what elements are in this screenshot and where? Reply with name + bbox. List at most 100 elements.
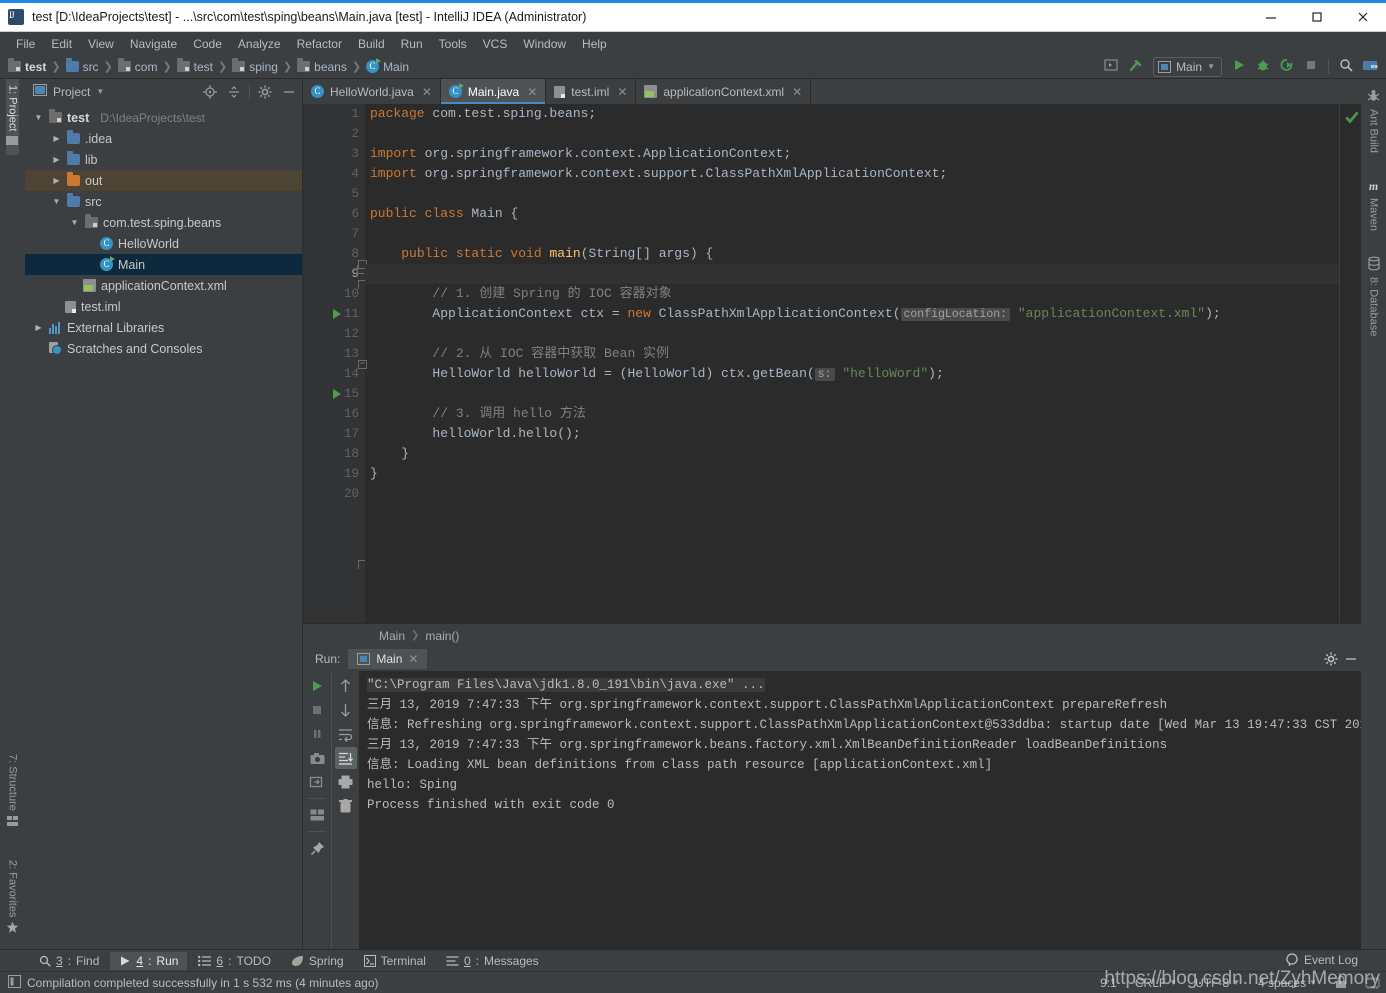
breadcrumb-item-main[interactable]: C Main xyxy=(366,58,409,74)
close-icon[interactable]: ✕ xyxy=(408,652,418,666)
menu-build[interactable]: Build xyxy=(350,35,393,53)
hide-icon[interactable] xyxy=(1341,649,1361,669)
expand-arrow-icon[interactable]: ▶ xyxy=(51,176,62,185)
tab-main-java[interactable]: C Main.java ✕ xyxy=(440,79,547,104)
project-structure-icon[interactable] xyxy=(1363,59,1378,75)
tree-node-test[interactable]: ▼ test D:\IdeaProjects\test xyxy=(25,107,302,128)
tab-test-iml[interactable]: test.iml ✕ xyxy=(546,79,637,104)
expand-arrow-icon[interactable]: ▼ xyxy=(33,113,44,122)
open-tool-window-icon[interactable] xyxy=(1104,58,1118,75)
gutter-run-method-icon[interactable] xyxy=(333,384,345,404)
camera-icon[interactable] xyxy=(306,747,328,769)
down-arrow-icon[interactable] xyxy=(335,699,357,721)
menu-code[interactable]: Code xyxy=(185,35,230,53)
locate-icon[interactable] xyxy=(201,83,219,101)
sidebar-item-structure[interactable]: 7: Structure xyxy=(6,748,19,836)
breadcrumb-item-beans[interactable]: beans xyxy=(297,58,347,74)
code-line-2[interactable] xyxy=(365,124,1339,144)
window-maximize-button[interactable] xyxy=(1294,3,1340,32)
editor-marker-bar[interactable] xyxy=(1339,104,1361,623)
tool-window-find[interactable]: 3: Find xyxy=(30,952,108,970)
menu-refactor[interactable]: Refactor xyxy=(289,35,350,53)
tool-window-terminal[interactable]: Terminal xyxy=(355,952,435,970)
pin-icon[interactable] xyxy=(306,837,328,859)
inspection-ok-check-icon[interactable] xyxy=(1345,111,1359,127)
tool-window-messages[interactable]: 0: Messages xyxy=(437,952,548,970)
expand-arrow-icon[interactable]: ▶ xyxy=(33,323,44,332)
sidebar-item-favorites[interactable]: 2: Favorites xyxy=(6,854,19,943)
gutter-run-class-icon[interactable] xyxy=(333,304,345,324)
run-coverage-icon[interactable] xyxy=(1280,58,1294,75)
code-line-15[interactable] xyxy=(365,384,1339,404)
code-line-6[interactable]: public class Main { xyxy=(365,204,1339,224)
breadcrumb-method[interactable]: main() xyxy=(425,629,459,643)
tree-node-package[interactable]: ▼ com.test.sping.beans xyxy=(25,212,302,233)
pause-icon[interactable] xyxy=(306,723,328,745)
code-text-area[interactable]: package com.test.sping.beans; import org… xyxy=(365,104,1339,623)
breadcrumb-class[interactable]: Main xyxy=(379,629,405,643)
code-line-8[interactable]: public static void main(String[] args) { xyxy=(365,244,1339,264)
tree-node-external-libraries[interactable]: ▶ External Libraries xyxy=(25,317,302,338)
code-line-1[interactable]: package com.test.sping.beans; xyxy=(365,104,1339,124)
tree-node-applicationcontext[interactable]: applicationContext.xml xyxy=(25,275,302,296)
code-line-16[interactable]: // 3. 调用 hello 方法 xyxy=(365,404,1339,424)
hide-icon[interactable] xyxy=(280,83,298,101)
run-icon[interactable] xyxy=(1232,58,1246,75)
close-icon[interactable]: ✕ xyxy=(792,85,802,99)
code-line-17[interactable]: helloWorld.hello(); xyxy=(365,424,1339,444)
code-editor[interactable]: 1 2 3 4 5 6 7 8 9 10 11 12 13 14 15 16 1 xyxy=(303,104,1361,623)
search-everywhere-icon[interactable] xyxy=(1339,58,1353,75)
tool-window-run[interactable]: 4: Run xyxy=(110,951,188,970)
expand-arrow-icon[interactable]: ▶ xyxy=(51,155,62,164)
sidebar-item-maven[interactable]: m Maven xyxy=(1368,173,1380,237)
breadcrumb-item-test2[interactable]: test xyxy=(176,58,213,74)
tree-node-main[interactable]: C Main xyxy=(25,254,302,275)
menu-window[interactable]: Window xyxy=(515,35,574,53)
window-close-button[interactable] xyxy=(1340,3,1386,32)
code-line-3[interactable]: import org.springframework.context.Appli… xyxy=(365,144,1339,164)
tree-node-scratches[interactable]: Scratches and Consoles xyxy=(25,338,302,359)
menu-navigate[interactable]: Navigate xyxy=(122,35,185,53)
event-log-button[interactable]: Event Log xyxy=(1285,953,1358,967)
tree-node-helloworld[interactable]: C HelloWorld xyxy=(25,233,302,254)
code-line-14[interactable]: HelloWorld helloWorld = (HelloWorld) ctx… xyxy=(365,364,1339,384)
expand-arrow-icon[interactable]: ▶ xyxy=(51,134,62,143)
breadcrumb-item-src[interactable]: src xyxy=(65,58,99,74)
code-line-5[interactable] xyxy=(365,184,1339,204)
code-line-13[interactable]: // 2. 从 IOC 容器中获取 Bean 实例 xyxy=(365,344,1339,364)
code-line-4[interactable]: import org.springframework.context.suppo… xyxy=(365,164,1339,184)
code-line-9[interactable] xyxy=(365,264,1339,284)
trash-icon[interactable] xyxy=(335,795,357,817)
code-line-11[interactable]: ApplicationContext ctx = new ClassPathXm… xyxy=(365,304,1339,324)
run-configuration-selector[interactable]: Main ▼ xyxy=(1153,56,1222,77)
stop-icon[interactable] xyxy=(306,699,328,721)
menu-edit[interactable]: Edit xyxy=(43,35,80,53)
menu-view[interactable]: View xyxy=(80,35,122,53)
menu-analyze[interactable]: Analyze xyxy=(230,35,289,53)
menu-run[interactable]: Run xyxy=(393,35,431,53)
project-tree[interactable]: ▼ test D:\IdeaProjects\test ▶ .idea ▶ li… xyxy=(25,104,302,949)
sidebar-item-ant-build[interactable]: Ant Build xyxy=(1367,83,1380,159)
tree-node-idea[interactable]: ▶ .idea xyxy=(25,128,302,149)
tree-node-testiml[interactable]: test.iml xyxy=(25,296,302,317)
print-icon[interactable] xyxy=(335,771,357,793)
tree-node-src[interactable]: ▼ src xyxy=(25,191,302,212)
debug-icon[interactable] xyxy=(1256,58,1270,75)
rerun-icon[interactable] xyxy=(306,675,328,697)
build-hammer-icon[interactable] xyxy=(1128,58,1143,76)
run-tab-main[interactable]: Main ✕ xyxy=(348,649,428,669)
tool-window-spring[interactable]: Spring xyxy=(282,952,353,970)
close-icon[interactable]: ✕ xyxy=(527,85,537,99)
close-icon[interactable]: ✕ xyxy=(617,85,627,99)
scroll-to-end-icon[interactable] xyxy=(334,747,357,769)
code-line-10[interactable]: // 1. 创建 Spring 的 IOC 容器对象 xyxy=(365,284,1339,304)
sidebar-item-database[interactable]: 8: Database xyxy=(1368,251,1380,342)
code-line-7[interactable] xyxy=(365,224,1339,244)
menu-help[interactable]: Help xyxy=(574,35,615,53)
editor-gutter[interactable]: 1 2 3 4 5 6 7 8 9 10 11 12 13 14 15 16 1 xyxy=(303,104,367,623)
menu-vcs[interactable]: VCS xyxy=(475,35,516,53)
tab-applicationcontext-xml[interactable]: applicationContext.xml ✕ xyxy=(636,79,812,104)
expand-arrow-icon[interactable]: ▼ xyxy=(69,218,80,227)
menu-tools[interactable]: Tools xyxy=(431,35,475,53)
up-arrow-icon[interactable] xyxy=(335,675,357,697)
